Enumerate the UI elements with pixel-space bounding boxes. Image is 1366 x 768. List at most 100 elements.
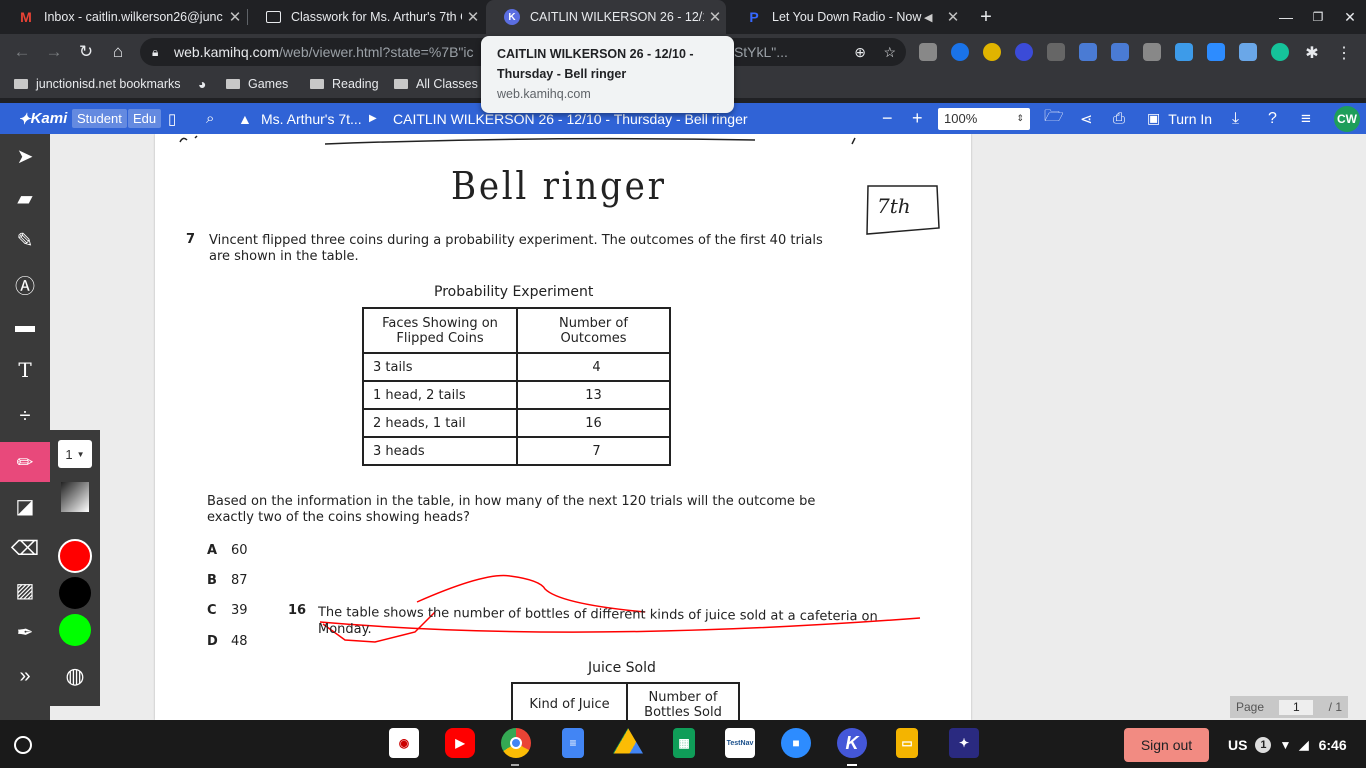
extension-cloud-icon[interactable] [1175, 43, 1193, 61]
app-testnav-icon[interactable]: TestNav [725, 728, 755, 758]
extension-zoom-icon[interactable] [1207, 43, 1225, 61]
bookmark-label: junctionisd.net bookmarks [36, 77, 181, 91]
zoom-select[interactable]: 100% ⇕ [938, 107, 1030, 130]
close-tab-icon[interactable]: ✕ [704, 8, 726, 26]
text-to-speech-icon[interactable]: ✎ [0, 220, 50, 260]
stroke-size-select[interactable]: 1 ▼ [58, 440, 92, 468]
forward-icon[interactable]: → [40, 38, 68, 66]
extension-grammarly-icon[interactable] [1271, 43, 1289, 61]
bookmark-junction[interactable]: junctionisd.net bookmarks [14, 70, 181, 98]
palette-icon[interactable]: ◍ [61, 662, 89, 690]
launcher-icon[interactable] [14, 736, 32, 754]
close-tab-icon[interactable]: ✕ [942, 8, 964, 26]
hamburger-menu-icon[interactable]: ≡ [1301, 103, 1311, 134]
active-app-indicator [847, 764, 857, 766]
search-icon[interactable]: ⌕ [206, 103, 214, 134]
dictionary-tool-icon[interactable]: ▰ [0, 178, 50, 218]
menu-dots-icon[interactable]: ⋮ [1335, 43, 1353, 62]
tab-classroom[interactable]: Classwork for Ms. Arthur's 7th G ✕ [248, 0, 484, 34]
app-chrome-icon[interactable] [501, 728, 531, 758]
close-tab-icon[interactable]: ✕ [224, 8, 246, 26]
tab-pandora[interactable]: P Let You Down Radio - Now P ◀ ✕ [728, 0, 964, 34]
download-icon[interactable]: ⤓ [1232, 103, 1239, 134]
extension-kami-icon[interactable] [1015, 43, 1033, 61]
extension-grid-icon[interactable] [1143, 43, 1161, 61]
help-icon[interactable]: ? [1268, 103, 1277, 134]
tab-kami[interactable]: K CAITLIN WILKERSON 26 - 12/10 ✕ [486, 0, 726, 34]
reload-icon[interactable]: ↻ [72, 38, 100, 66]
extension-v-icon[interactable] [1079, 43, 1097, 61]
app-game-icon[interactable]: ✦ [949, 728, 979, 758]
extension-v2-icon[interactable] [1111, 43, 1129, 61]
signature-tool-icon[interactable]: ✒ [0, 612, 50, 652]
text-tool-icon[interactable]: T [0, 350, 50, 390]
app-sheets-icon[interactable]: ▦ [673, 728, 695, 758]
breadcrumb-class[interactable]: Ms. Arthur's 7t... [261, 103, 362, 134]
drive-icon[interactable]: ▲ [238, 103, 252, 134]
markup-tool-icon[interactable]: Ⓐ [0, 264, 50, 304]
cell-count: 4 [516, 352, 671, 382]
lock-icon: 🔒︎ [152, 45, 159, 59]
status-tray[interactable]: US 1 ▼ ◢ 6:46 [1222, 728, 1362, 762]
print-icon[interactable]: ⎙ [1113, 103, 1125, 134]
app-zoom-icon[interactable]: ■ [781, 728, 811, 758]
add-icon[interactable]: ⊕ [854, 38, 866, 66]
speaker-icon[interactable]: ◀ [924, 11, 942, 24]
app-youtube-icon[interactable]: ▶ [445, 728, 475, 758]
kami-logo[interactable]: ✦ Kami [18, 103, 67, 134]
home-icon[interactable]: ⌂ [104, 38, 132, 66]
bookmark-all-classes[interactable]: All Classes [394, 70, 478, 98]
extension-g-icon[interactable] [919, 43, 937, 61]
extension-reader-icon[interactable] [1239, 43, 1257, 61]
equation-tool-icon[interactable]: ÷ [0, 396, 50, 436]
app-drive-icon[interactable] [613, 728, 643, 754]
eraser-tool-icon[interactable]: ⌫ [0, 528, 50, 568]
avatar[interactable]: CW [1334, 105, 1360, 132]
extension-shield-icon[interactable] [951, 43, 969, 61]
drawing-tool-icon[interactable]: ✏ [0, 442, 50, 482]
zoom-in-icon[interactable]: + [912, 103, 923, 134]
color-green-swatch[interactable] [59, 614, 91, 646]
share-icon[interactable]: ⋖ [1080, 103, 1093, 134]
star-icon[interactable]: ☆ [883, 38, 896, 66]
extension-pencil-icon[interactable] [983, 43, 1001, 61]
close-window-icon[interactable]: ✕ [1334, 0, 1366, 34]
folder-open-icon[interactable]: 🗁 [1044, 103, 1064, 134]
question-text: Vincent flipped three coins during a pro… [209, 233, 823, 248]
header-line: Number of [559, 315, 628, 331]
tab-gmail[interactable]: M Inbox - caitlin.wilkerson26@junc ✕ [0, 0, 246, 34]
color-black-swatch[interactable] [59, 577, 91, 609]
extension-shield2-icon[interactable] [1047, 43, 1065, 61]
page-total: / 1 [1328, 700, 1342, 714]
app-kami-icon[interactable]: K [837, 728, 867, 758]
shapes-tool-icon[interactable]: ◪ [0, 486, 50, 526]
app-securly-icon[interactable]: ◉ [389, 728, 419, 758]
back-icon[interactable]: ← [8, 38, 36, 66]
zoom-out-icon[interactable]: − [882, 103, 893, 134]
select-tool-icon[interactable]: ➤ [0, 136, 50, 176]
maximize-icon[interactable]: ❐ [1302, 0, 1334, 34]
tab-title: Let You Down Radio - Now P [772, 10, 924, 24]
bookmark-reading[interactable]: Reading [310, 70, 379, 98]
question-number: 16 [288, 603, 307, 618]
bookmark-games[interactable]: Games [226, 70, 288, 98]
sign-out-button[interactable]: Sign out [1124, 728, 1209, 762]
image-tool-icon[interactable]: ▨ [0, 570, 50, 610]
app-docs-icon[interactable]: ≡ [562, 728, 584, 758]
opacity-swatch[interactable] [61, 482, 89, 512]
bookmark-globe[interactable]: ◕ [198, 70, 206, 98]
extensions-puzzle-icon[interactable]: ✱ [1303, 43, 1321, 62]
turn-in-button[interactable]: ▣ Turn In [1147, 103, 1212, 134]
comment-tool-icon[interactable]: ▬ [0, 306, 50, 346]
folder-icon [14, 79, 28, 89]
app-slides-icon[interactable]: ▭ [896, 728, 918, 758]
expand-tools-icon[interactable]: » [0, 656, 50, 696]
sidebar-toggle-icon[interactable]: ▯ [168, 103, 176, 134]
choice-letter: A [207, 543, 218, 558]
color-red-swatch[interactable] [58, 539, 92, 573]
new-tab-button[interactable]: + [970, 0, 1002, 34]
bookmark-label: Games [248, 77, 289, 91]
page-number-input[interactable]: 1 [1279, 699, 1314, 715]
close-tab-icon[interactable]: ✕ [462, 8, 484, 26]
minimize-icon[interactable]: — [1270, 0, 1302, 34]
